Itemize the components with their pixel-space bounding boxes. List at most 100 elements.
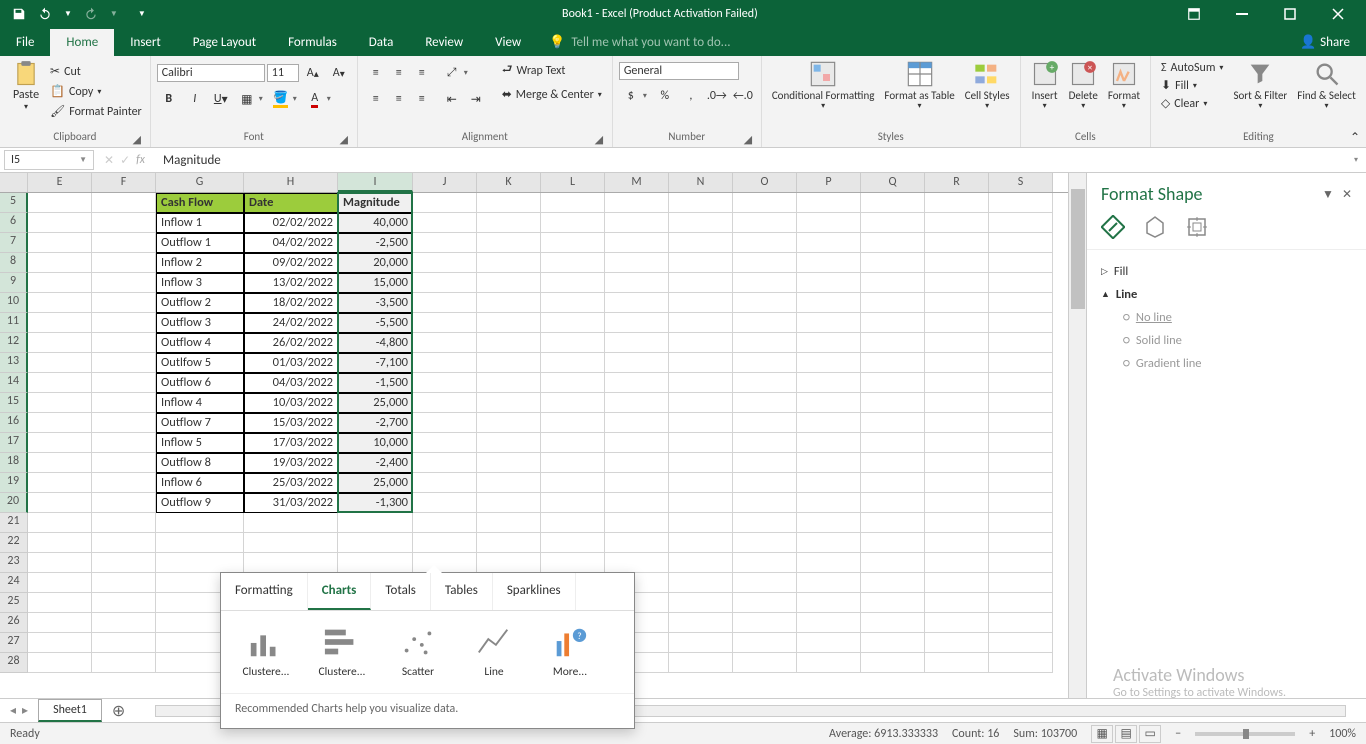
- fill-line-tab-icon[interactable]: [1101, 215, 1125, 239]
- cell-R12[interactable]: [925, 333, 989, 353]
- cell-L6[interactable]: [541, 213, 605, 233]
- fill-button[interactable]: ⬇Fill ▾: [1157, 77, 1227, 94]
- cell-H8[interactable]: 09/02/2022: [244, 253, 338, 273]
- increase-decimal[interactable]: .0→: [705, 85, 729, 107]
- cell-P19[interactable]: [797, 473, 861, 493]
- cell-F15[interactable]: [92, 393, 156, 413]
- cell-J13[interactable]: [413, 353, 477, 373]
- cell-P8[interactable]: [797, 253, 861, 273]
- cell-K16[interactable]: [477, 413, 541, 433]
- cell-J15[interactable]: [413, 393, 477, 413]
- cell-P12[interactable]: [797, 333, 861, 353]
- cell-R9[interactable]: [925, 273, 989, 293]
- cell-Q15[interactable]: [861, 393, 925, 413]
- cell-L22[interactable]: [541, 533, 605, 553]
- cell-M9[interactable]: [605, 273, 669, 293]
- cell-Q10[interactable]: [861, 293, 925, 313]
- cell-I12[interactable]: -4,800: [338, 333, 413, 353]
- cell-Q23[interactable]: [861, 553, 925, 573]
- cell-N23[interactable]: [669, 553, 733, 573]
- expand-formula-bar[interactable]: ▾: [1346, 155, 1366, 165]
- format-as-table-button[interactable]: Format as Table▾: [880, 58, 958, 130]
- decrease-font-size[interactable]: A▾: [327, 62, 351, 84]
- row-header-22[interactable]: 22: [0, 533, 28, 553]
- row-header-23[interactable]: 23: [0, 553, 28, 573]
- cell-E14[interactable]: [28, 373, 92, 393]
- cell-N26[interactable]: [669, 613, 733, 633]
- cell-S17[interactable]: [989, 433, 1053, 453]
- cell-Q25[interactable]: [861, 593, 925, 613]
- cell-S15[interactable]: [989, 393, 1053, 413]
- column-header-N[interactable]: N: [669, 173, 733, 192]
- cell-N12[interactable]: [669, 333, 733, 353]
- cell-E16[interactable]: [28, 413, 92, 433]
- cell-N15[interactable]: [669, 393, 733, 413]
- row-header-26[interactable]: 26: [0, 613, 28, 633]
- qa-tab-formatting[interactable]: Formatting: [221, 573, 308, 610]
- cell-I21[interactable]: [338, 513, 413, 533]
- cell-S19[interactable]: [989, 473, 1053, 493]
- cell-L19[interactable]: [541, 473, 605, 493]
- tab-home[interactable]: Home: [50, 29, 114, 56]
- cell-N21[interactable]: [669, 513, 733, 533]
- paste-button[interactable]: Paste▾: [6, 58, 46, 130]
- cell-G13[interactable]: Outlfow 5: [156, 353, 244, 373]
- cell-I15[interactable]: 25,000: [338, 393, 413, 413]
- cell-N20[interactable]: [669, 493, 733, 513]
- increase-indent[interactable]: ⇥: [464, 88, 488, 110]
- cell-I8[interactable]: 20,000: [338, 253, 413, 273]
- cell-N25[interactable]: [669, 593, 733, 613]
- cell-Q24[interactable]: [861, 573, 925, 593]
- cell-F10[interactable]: [92, 293, 156, 313]
- cell-H5[interactable]: Date: [244, 193, 338, 213]
- cell-M17[interactable]: [605, 433, 669, 453]
- cell-G5[interactable]: Cash Flow: [156, 193, 244, 213]
- cell-Q26[interactable]: [861, 613, 925, 633]
- cell-H16[interactable]: 15/03/2022: [244, 413, 338, 433]
- cell-N22[interactable]: [669, 533, 733, 553]
- cell-S11[interactable]: [989, 313, 1053, 333]
- cell-I20[interactable]: -1,300: [338, 493, 413, 513]
- accounting-format[interactable]: $▾: [619, 85, 651, 107]
- cell-O5[interactable]: [733, 193, 797, 213]
- row-header-11[interactable]: 11: [0, 313, 28, 333]
- row-header-28[interactable]: 28: [0, 653, 28, 673]
- cell-O28[interactable]: [733, 653, 797, 673]
- cell-F21[interactable]: [92, 513, 156, 533]
- cell-O9[interactable]: [733, 273, 797, 293]
- cell-P9[interactable]: [797, 273, 861, 293]
- select-all-button[interactable]: [0, 173, 28, 192]
- cell-S27[interactable]: [989, 633, 1053, 653]
- column-header-J[interactable]: J: [413, 173, 477, 192]
- cell-H21[interactable]: [244, 513, 338, 533]
- cell-M5[interactable]: [605, 193, 669, 213]
- cell-K20[interactable]: [477, 493, 541, 513]
- share-button[interactable]: 👤Share: [1284, 29, 1366, 56]
- row-header-7[interactable]: 7: [0, 233, 28, 253]
- wrap-text-button[interactable]: ⮐Wrap Text: [498, 58, 606, 83]
- cell-J19[interactable]: [413, 473, 477, 493]
- cell-F11[interactable]: [92, 313, 156, 333]
- cell-S10[interactable]: [989, 293, 1053, 313]
- cell-J12[interactable]: [413, 333, 477, 353]
- cell-G8[interactable]: Inflow 2: [156, 253, 244, 273]
- cell-K18[interactable]: [477, 453, 541, 473]
- cell-E27[interactable]: [28, 633, 92, 653]
- cell-S8[interactable]: [989, 253, 1053, 273]
- cell-O24[interactable]: [733, 573, 797, 593]
- cell-P6[interactable]: [797, 213, 861, 233]
- cell-K8[interactable]: [477, 253, 541, 273]
- cell-E28[interactable]: [28, 653, 92, 673]
- cell-Q8[interactable]: [861, 253, 925, 273]
- cell-O12[interactable]: [733, 333, 797, 353]
- name-box[interactable]: I5▼: [4, 150, 94, 170]
- cell-I14[interactable]: -1,500: [338, 373, 413, 393]
- cancel-formula-button[interactable]: ✕: [104, 153, 114, 168]
- cell-J10[interactable]: [413, 293, 477, 313]
- sheet-tab-sheet1[interactable]: Sheet1: [38, 699, 102, 722]
- cell-S26[interactable]: [989, 613, 1053, 633]
- enter-formula-button[interactable]: ✓: [120, 153, 130, 168]
- cell-M12[interactable]: [605, 333, 669, 353]
- cell-O26[interactable]: [733, 613, 797, 633]
- cell-N9[interactable]: [669, 273, 733, 293]
